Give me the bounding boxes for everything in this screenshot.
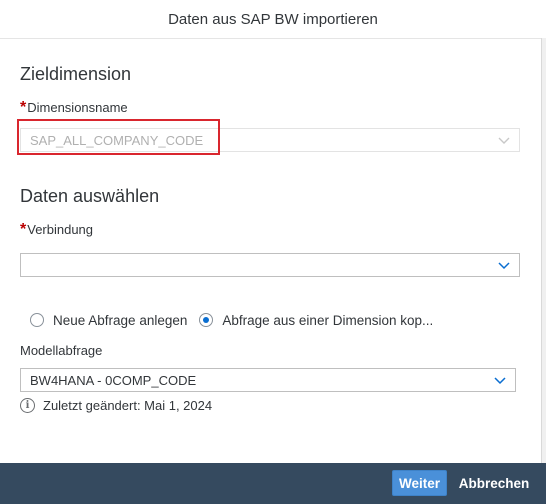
last-modified-text: Zuletzt geändert: Mai 1, 2024 bbox=[43, 398, 213, 413]
required-marker: * bbox=[20, 99, 27, 116]
model-query-combobox[interactable]: BW4HANA - 0COMP_CODE bbox=[20, 368, 516, 392]
section-title-target: Zieldimension bbox=[20, 64, 132, 84]
model-query-value: BW4HANA - 0COMP_CODE bbox=[30, 373, 197, 388]
radio-copy-query[interactable]: Abfrage aus einer Dimension kop... bbox=[199, 313, 433, 328]
connection-label-text: Verbindung bbox=[27, 222, 94, 237]
info-icon: i bbox=[20, 398, 35, 413]
section-title-select-data: Daten auswählen bbox=[20, 186, 160, 206]
model-query-label: Modellabfrage bbox=[20, 343, 103, 358]
scrollbar[interactable] bbox=[541, 38, 546, 463]
chevron-down-icon[interactable] bbox=[493, 374, 507, 386]
chevron-down-icon bbox=[498, 137, 510, 144]
radio-circle-selected[interactable] bbox=[199, 313, 214, 327]
info-row: i Zuletzt geändert: Mai 1, 2024 bbox=[20, 398, 212, 413]
next-button[interactable]: Weiter bbox=[392, 470, 447, 496]
cancel-button[interactable]: Abbrechen bbox=[455, 470, 533, 496]
query-option-group: Neue Abfrage anlegen Abfrage aus einer D… bbox=[30, 310, 445, 330]
dimension-label: *Dimensionsname bbox=[20, 99, 128, 117]
dimension-label-text: Dimensionsname bbox=[27, 100, 128, 115]
connection-label: *Verbindung bbox=[20, 221, 93, 239]
required-marker: * bbox=[20, 221, 27, 238]
dialog-header: Daten aus SAP BW importieren bbox=[0, 0, 546, 39]
radio-copy-query-label: Abfrage aus einer Dimension kop... bbox=[222, 312, 434, 328]
chevron-down-icon[interactable] bbox=[497, 259, 511, 271]
radio-circle[interactable] bbox=[30, 313, 44, 327]
highlight-annotation bbox=[17, 119, 220, 155]
import-dialog: Daten aus SAP BW importieren Zieldimensi… bbox=[0, 0, 546, 504]
radio-new-query[interactable]: Neue Abfrage anlegen bbox=[30, 313, 187, 328]
radio-new-query-label: Neue Abfrage anlegen bbox=[53, 312, 188, 328]
dialog-title: Daten aus SAP BW importieren bbox=[168, 10, 378, 28]
connection-combobox[interactable] bbox=[20, 253, 520, 277]
